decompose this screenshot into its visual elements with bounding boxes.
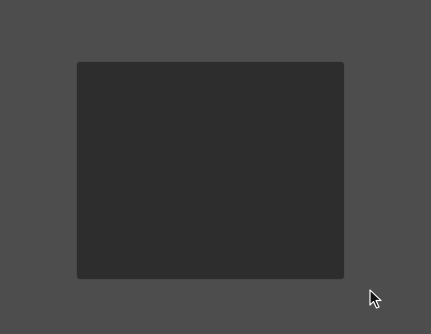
empty-dark-panel [77, 62, 344, 279]
mouse-cursor-icon [369, 289, 382, 309]
